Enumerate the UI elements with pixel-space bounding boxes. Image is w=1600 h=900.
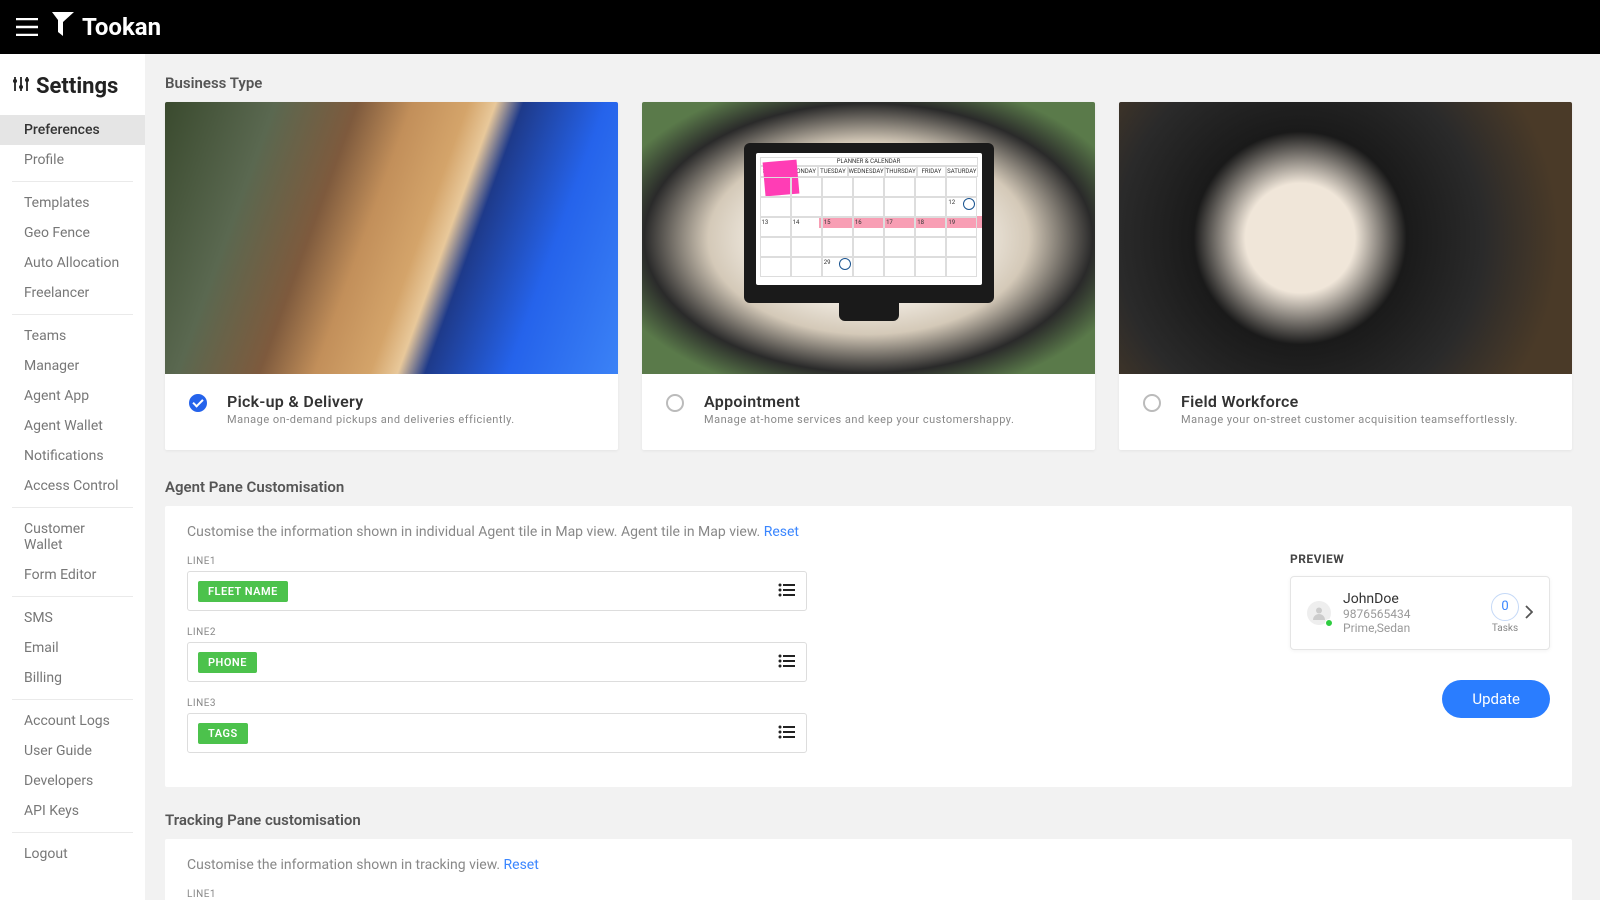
app-name: Tookan [82,13,161,41]
business-type-title: Business Type [165,74,1572,92]
app-logo[interactable]: Tookan [50,10,161,44]
line1-label: LINE1 [187,556,1250,567]
line2-input[interactable]: PHONE [187,642,807,682]
sidebar-title: Settings [0,64,145,109]
business-image-delivery [165,102,618,374]
sidebar: Settings Preferences Profile Templates G… [0,54,145,900]
list-icon[interactable] [778,582,796,601]
menu-icon[interactable] [16,18,38,36]
line2-tag: PHONE [198,652,257,673]
sidebar-item-developers[interactable]: Developers [12,766,133,796]
business-card-title: Field Workforce [1181,392,1518,411]
radio-field-workforce[interactable] [1143,394,1161,412]
agent-pane-reset-link[interactable]: Reset [764,524,799,540]
business-card-desc: Manage your on-street customer acquisiti… [1181,413,1518,426]
tasks-count: 0 [1491,593,1519,621]
avatar [1307,601,1331,625]
sidebar-item-autoallocation[interactable]: Auto Allocation [12,248,133,278]
business-card-field-workforce[interactable]: Field Workforce Manage your on-street cu… [1119,102,1572,450]
sidebar-item-geofence[interactable]: Geo Fence [12,218,133,248]
preview-name: JohnDoe [1343,591,1479,607]
tracking-pane-reset-link[interactable]: Reset [504,857,539,873]
preview-card: JohnDoe 9876565434 Prime,Sedan 0 Tasks [1290,576,1550,650]
sidebar-item-formeditor[interactable]: Form Editor [12,560,133,590]
sidebar-item-apikeys[interactable]: API Keys [12,796,133,826]
sidebar-item-agentwallet[interactable]: Agent Wallet [12,411,133,441]
sidebar-item-sms[interactable]: SMS [12,603,133,633]
sidebar-item-userguide[interactable]: User Guide [12,736,133,766]
business-card-desc: Manage on-demand pickups and deliveries … [227,413,515,426]
chevron-right-icon [1525,604,1533,623]
radio-pickup-delivery[interactable] [189,394,207,412]
sidebar-item-freelancer[interactable]: Freelancer [12,278,133,308]
agent-pane-title: Agent Pane Customisation [165,478,1572,496]
sidebar-item-templates[interactable]: Templates [12,188,133,218]
business-card-pickup-delivery[interactable]: Pick-up & Delivery Manage on-demand pick… [165,102,618,450]
preview-tags: Prime,Sedan [1343,621,1479,635]
business-card-title: Pick-up & Delivery [227,392,515,411]
sidebar-item-notifications[interactable]: Notifications [12,441,133,471]
line1-tag: FLEET NAME [198,581,288,602]
line1-input[interactable]: FLEET NAME [187,571,807,611]
logo-icon [50,10,76,44]
business-image-fieldworkforce [1119,102,1572,374]
sidebar-item-agentapp[interactable]: Agent App [12,381,133,411]
list-icon[interactable] [778,724,796,743]
sidebar-item-teams[interactable]: Teams [12,321,133,351]
tracking-pane-title: Tracking Pane customisation [165,811,1572,829]
business-card-title: Appointment [704,392,1014,411]
preview-phone: 9876565434 [1343,607,1479,621]
line3-label: LINE3 [187,698,1250,709]
sidebar-item-preferences[interactable]: Preferences [0,115,145,145]
tasks-label: Tasks [1492,623,1518,634]
sidebar-item-accountlogs[interactable]: Account Logs [12,706,133,736]
tracking-pane-desc: Customise the information shown in track… [187,857,1550,873]
status-dot-online [1325,619,1333,627]
business-card-appointment[interactable]: Don't forget to check PLANNER & CALENDAR… [642,102,1095,450]
sidebar-item-logout[interactable]: Logout [12,839,133,869]
sidebar-item-manager[interactable]: Manager [12,351,133,381]
sidebar-item-email[interactable]: Email [12,633,133,663]
sidebar-item-customerwallet[interactable]: Customer Wallet [12,514,133,560]
line2-label: LINE2 [187,627,1250,638]
radio-appointment[interactable] [666,394,684,412]
list-icon[interactable] [778,653,796,672]
sidebar-item-billing[interactable]: Billing [12,663,133,693]
line3-input[interactable]: TAGS [187,713,807,753]
business-card-desc: Manage at-home services and keep your cu… [704,413,1014,426]
sidebar-item-accesscontrol[interactable]: Access Control [12,471,133,501]
sidebar-item-profile[interactable]: Profile [12,145,133,175]
agent-pane-desc: Customise the information shown in indiv… [187,524,1250,540]
line3-tag: TAGS [198,723,248,744]
update-button[interactable]: Update [1442,680,1550,718]
tracking-line1-label: LINE1 [187,889,1550,900]
sliders-icon [12,74,30,99]
preview-label: PREVIEW [1290,552,1550,566]
business-image-appointment: Don't forget to check PLANNER & CALENDAR… [642,102,1095,374]
